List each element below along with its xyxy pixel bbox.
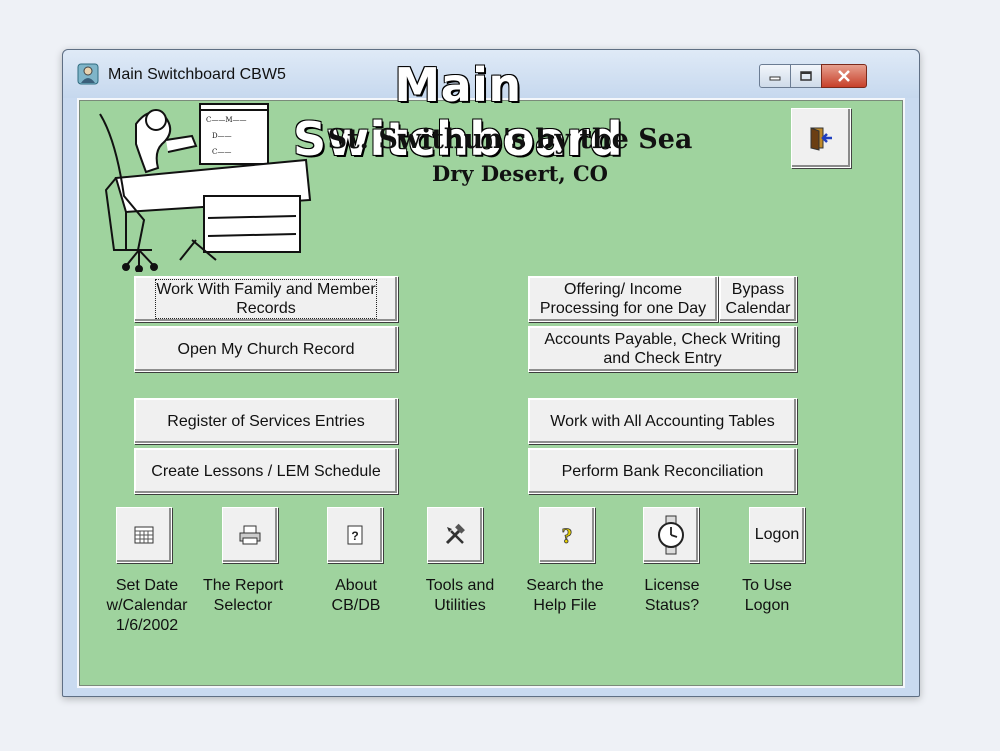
bypass-calendar-button[interactable]: Bypass Calendar: [719, 276, 797, 322]
license-status-label: License Status?: [644, 577, 700, 614]
lessons-schedule-button[interactable]: Create Lessons / LEM Schedule: [134, 448, 398, 494]
chart-line-3: C——: [212, 148, 231, 156]
report-selector-label: The Report Selector: [202, 577, 284, 614]
offering-income-label: Offering/ Income Processing for one Day: [539, 281, 707, 317]
app-icon: [77, 63, 99, 85]
tools-utilities-label: Tools and Utilities: [425, 577, 495, 614]
family-records-label: Work With Family and Member Records: [155, 279, 377, 319]
church-name: St. Swithun's by the Sea: [327, 124, 693, 155]
hammer-tools-icon: [445, 523, 465, 545]
calendar-icon: [134, 526, 154, 544]
close-button[interactable]: [821, 64, 867, 88]
tools-utilities-button[interactable]: [427, 507, 483, 563]
help-document-icon: ?: [347, 525, 363, 545]
church-location: Dry Desert, CO: [432, 161, 608, 186]
maximize-icon: [800, 71, 812, 81]
set-date-button[interactable]: [116, 507, 172, 563]
bypass-calendar-label: Bypass Calendar: [725, 281, 791, 317]
license-status-button[interactable]: [643, 507, 699, 563]
open-church-record-label: Open My Church Record: [177, 340, 355, 358]
open-church-record-button[interactable]: Open My Church Record: [134, 326, 398, 372]
offering-income-button[interactable]: Offering/ Income Processing for one Day: [528, 276, 718, 322]
svg-text:?: ?: [562, 523, 573, 547]
accounts-payable-button[interactable]: Accounts Payable, Check Writing and Chec…: [528, 326, 797, 372]
svg-text:?: ?: [351, 529, 358, 543]
set-date-label: Set Date w/Calendar 1/6/2002: [106, 577, 188, 634]
register-services-button[interactable]: Register of Services Entries: [134, 398, 398, 444]
accounting-tables-button[interactable]: Work with All Accounting Tables: [528, 398, 797, 444]
chart-line-2: D——: [212, 132, 232, 140]
report-selector-button[interactable]: [222, 507, 278, 563]
search-help-button[interactable]: ?: [539, 507, 595, 563]
maximize-button[interactable]: [790, 64, 822, 88]
minimize-icon: [769, 76, 781, 81]
exit-door-icon: [810, 127, 832, 151]
accounting-tables-label: Work with All Accounting Tables: [550, 412, 775, 430]
register-services-label: Register of Services Entries: [167, 412, 365, 430]
accounts-payable-label: Accounts Payable, Check Writing and Chec…: [544, 331, 781, 367]
question-mark-icon: ?: [561, 523, 573, 547]
search-help-label: Search the Help File: [526, 577, 604, 614]
bank-reconciliation-button[interactable]: Perform Bank Reconciliation: [528, 448, 797, 494]
logon-label: To Use Logon: [742, 577, 792, 614]
about-label: About CB/DB: [331, 577, 381, 614]
family-records-button[interactable]: Work With Family and Member Records: [134, 276, 398, 322]
logon-text-icon: Logon: [754, 526, 800, 543]
minimize-button[interactable]: [759, 64, 791, 88]
printer-icon: [239, 525, 261, 545]
bank-reconciliation-label: Perform Bank Reconciliation: [561, 462, 764, 480]
logon-button[interactable]: Logon: [749, 507, 805, 563]
about-button[interactable]: ?: [327, 507, 383, 563]
stopwatch-icon: [658, 515, 684, 555]
exit-button[interactable]: [791, 108, 851, 168]
lessons-schedule-label: Create Lessons / LEM Schedule: [151, 462, 381, 480]
close-icon: [838, 70, 850, 82]
